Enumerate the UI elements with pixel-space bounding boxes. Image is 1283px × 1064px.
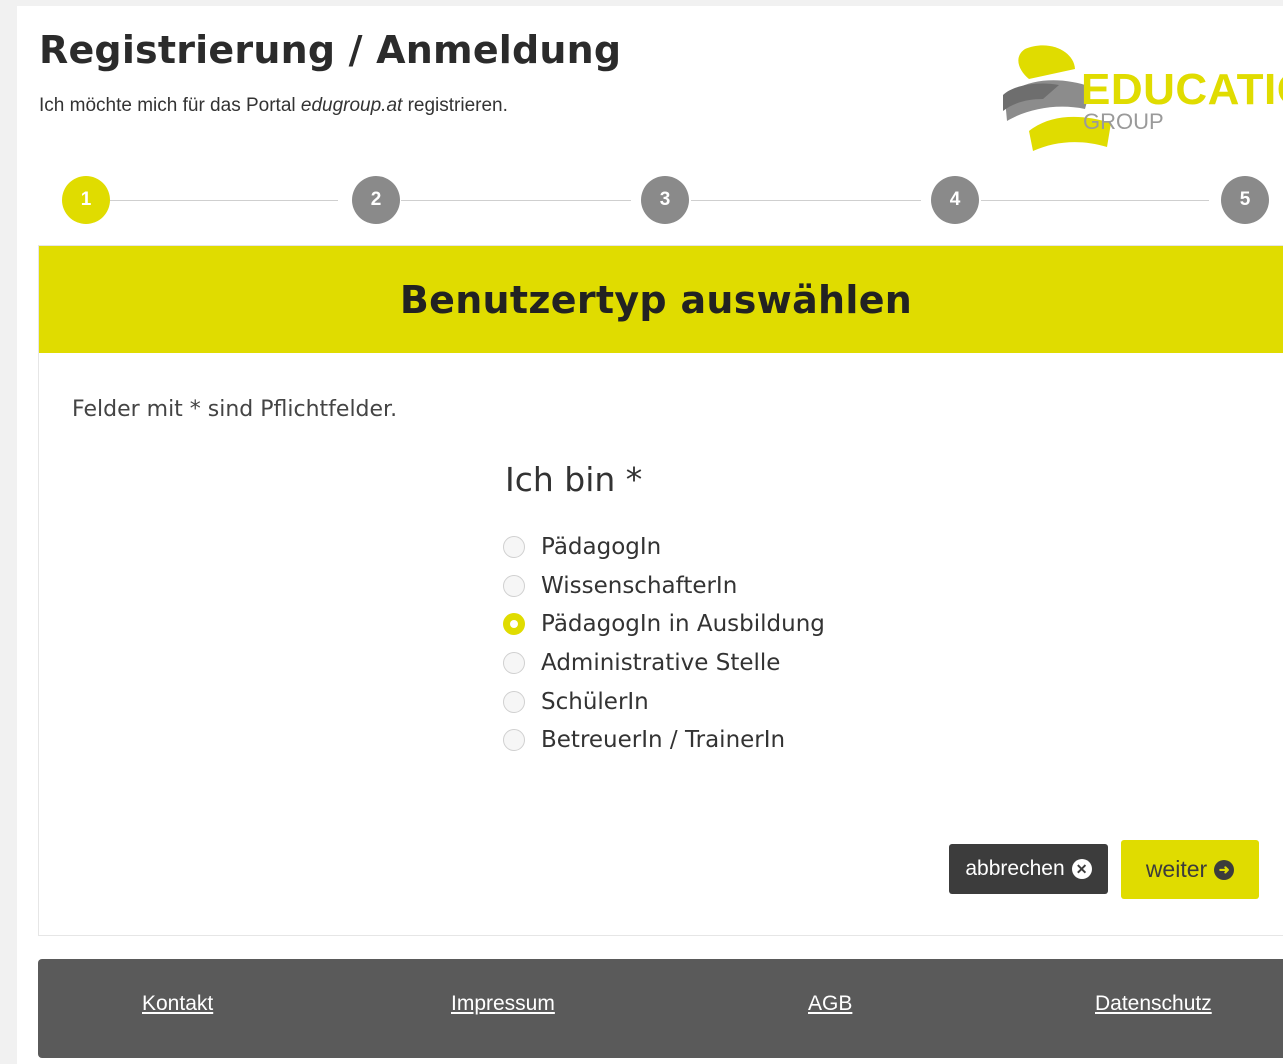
radio-button[interactable] <box>503 574 525 597</box>
radio-button[interactable] <box>503 690 525 713</box>
cancel-button-label: abbrechen <box>965 857 1065 880</box>
footer-link-impressum[interactable]: Impressum <box>451 992 555 1016</box>
step-connector <box>981 200 1209 201</box>
radio-option-wissenschafterin[interactable]: WissenschafterIn <box>503 567 825 606</box>
logo-subword: GROUP <box>1083 109 1164 134</box>
radio-label[interactable]: BetreuerIn / TrainerIn <box>541 727 785 753</box>
subtitle-portal-name: edugroup.at <box>300 95 403 116</box>
step-4: 4 <box>931 176 979 224</box>
progress-stepper: 1 2 3 4 5 <box>17 176 1283 226</box>
radio-option-schuelerin[interactable]: SchülerIn <box>503 682 825 721</box>
radio-option-paedagogin[interactable]: PädagogIn <box>503 528 825 567</box>
radio-label[interactable]: WissenschafterIn <box>541 573 737 599</box>
card-title: Benutzertyp auswählen <box>399 277 913 322</box>
step-5: 5 <box>1221 176 1269 224</box>
radio-label[interactable]: PädagogIn <box>541 534 661 560</box>
registration-card: Benutzertyp auswählen Felder mit * sind … <box>38 245 1283 936</box>
radio-label[interactable]: SchülerIn <box>541 689 649 715</box>
radio-button[interactable] <box>503 729 525 752</box>
arrow-circle-right-icon: ➜ <box>1214 859 1235 880</box>
subtitle-text-after: registrieren. <box>402 95 508 116</box>
page-title: Registrierung / Anmeldung <box>39 28 622 72</box>
step-3: 3 <box>641 176 689 224</box>
logo-wordmark: EDUCATION <box>1081 65 1283 114</box>
x-circle-icon: ✕ <box>1071 859 1092 879</box>
cancel-button[interactable]: abbrechen ✕ <box>949 844 1108 894</box>
card-header: Benutzertyp auswählen <box>39 246 1283 353</box>
next-button-label: weiter <box>1145 856 1208 882</box>
user-type-label: Ich bin * <box>505 460 643 499</box>
footer-link-agb[interactable]: AGB <box>808 992 852 1016</box>
subtitle-text-before: Ich möchte mich für das Portal <box>39 95 301 116</box>
radio-button[interactable] <box>503 536 525 559</box>
radio-button[interactable] <box>503 652 525 675</box>
radio-button-checked[interactable] <box>503 613 525 636</box>
step-2: 2 <box>352 176 400 224</box>
footer: Kontakt Impressum AGB Datenschutz <box>38 959 1283 1058</box>
radio-option-paedagogin-in-ausbildung[interactable]: PädagogIn in Ausbildung <box>503 605 825 644</box>
page-subtitle: Ich möchte mich für das Portal edugroup.… <box>39 95 508 117</box>
footer-link-kontakt[interactable]: Kontakt <box>142 992 213 1016</box>
radio-option-betreuerin-trainerin[interactable]: BetreuerIn / TrainerIn <box>503 721 825 760</box>
required-fields-hint: Felder mit * sind Pflichtfelder. <box>72 397 398 422</box>
next-button[interactable]: weiter ➜ <box>1121 840 1259 899</box>
step-connector <box>691 200 921 201</box>
footer-link-datenschutz[interactable]: Datenschutz <box>1095 992 1212 1016</box>
user-type-radio-group: PädagogIn WissenschafterIn PädagogIn in … <box>503 528 825 760</box>
radio-label[interactable]: PädagogIn in Ausbildung <box>541 611 825 637</box>
step-1: 1 <box>62 176 110 224</box>
radio-label[interactable]: Administrative Stelle <box>541 650 780 676</box>
radio-option-administrative-stelle[interactable]: Administrative Stelle <box>503 644 825 683</box>
step-connector <box>110 200 338 201</box>
step-connector <box>401 200 631 201</box>
page: Registrierung / Anmeldung Ich möchte mic… <box>17 6 1283 1064</box>
